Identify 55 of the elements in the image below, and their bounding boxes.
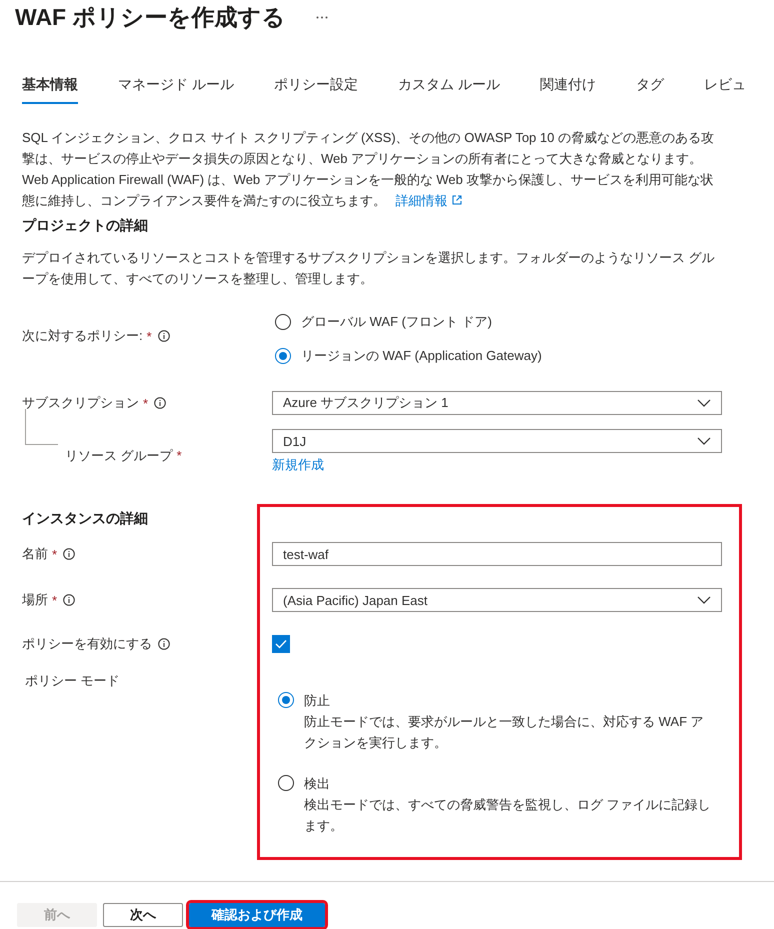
section-heading: プロジェクトの詳細 xyxy=(22,217,149,235)
field-label: 次に対するポリシー: xyxy=(22,327,143,345)
info-icon[interactable] xyxy=(63,594,76,606)
resource-group-dropdown[interactable]: D1J xyxy=(272,429,722,453)
name-input[interactable]: test-waf xyxy=(272,542,722,566)
info-icon[interactable] xyxy=(63,548,76,560)
radio-button[interactable] xyxy=(275,314,291,330)
checkmark-icon xyxy=(275,639,287,649)
tab[interactable]: 関連付け xyxy=(540,74,596,104)
field-label: 名前 xyxy=(22,545,48,563)
required-mark: * xyxy=(146,328,152,344)
radio-button[interactable] xyxy=(275,348,291,364)
tab[interactable]: タグ xyxy=(636,74,664,104)
required-mark: * xyxy=(143,396,148,410)
create-new-link[interactable]: 新規作成 xyxy=(272,456,324,474)
location-dropdown[interactable]: (Asia Pacific) Japan East xyxy=(272,588,722,612)
info-icon[interactable] xyxy=(154,397,166,409)
chevron-down-icon xyxy=(697,437,711,445)
checkbox[interactable] xyxy=(272,635,290,653)
connector-line xyxy=(25,409,58,445)
tab[interactable]: ポリシー設定 xyxy=(274,74,358,104)
radio-label: グローバル WAF (フロント ドア) xyxy=(301,313,492,331)
tab[interactable]: 基本情報 xyxy=(22,74,78,104)
radio-label: 検出 xyxy=(304,775,331,793)
tab[interactable]: カスタム ルール xyxy=(398,74,500,104)
page-title: WAF ポリシーを作成する xyxy=(15,2,286,32)
required-mark: * xyxy=(176,448,182,463)
info-icon[interactable] xyxy=(158,330,170,342)
description-text: SQL インジェクション、クロス サイト スクリプティング (XSS)、その他の OWASP Top 10 の脅威などの悪意のある攻撃は、サービスの停止やデータ損失の原因となり、Web アプリケーションの所有者にとって大きな脅威となります。Web Application Firewall (WAF) は、Web アプリケーションを一般的な Web 攻撃から保護し、サービスを利用可能な状態に維持し、コンプライアンス要件を満たすのに役立ちます。 詳細情報 xyxy=(22,129,715,210)
required-mark: * xyxy=(52,592,58,608)
radio-label: 防止 xyxy=(304,692,331,710)
info-icon[interactable] xyxy=(158,638,170,650)
more-icon[interactable] xyxy=(316,16,328,18)
tab[interactable]: レビュ xyxy=(704,74,746,104)
radio-button[interactable] xyxy=(278,775,294,791)
field-label: サブスクリプション xyxy=(22,394,139,412)
chevron-down-icon xyxy=(697,596,711,604)
learn-more-link[interactable]: 詳細情報 xyxy=(396,193,462,208)
option-description: 検出モードでは、すべての脅威警告を監視し、ログ ファイルに記録します。 xyxy=(304,796,712,835)
required-mark: * xyxy=(52,546,58,562)
review-create-button[interactable]: 確認および作成 xyxy=(189,903,325,927)
field-label: リソース グループ xyxy=(65,446,173,464)
tab[interactable]: マネージド ルール xyxy=(118,74,234,104)
section-heading: インスタンスの詳細 xyxy=(22,510,149,528)
radio-label: リージョンの WAF (Application Gateway) xyxy=(301,347,542,365)
field-label: ポリシーを有効にする xyxy=(22,635,152,653)
next-button[interactable]: 次へ xyxy=(103,903,183,927)
chevron-down-icon xyxy=(697,399,711,407)
radio-button[interactable] xyxy=(278,692,294,708)
external-link-icon xyxy=(452,195,462,205)
option-description: 防止モードでは、要求がルールと一致した場合に、対応する WAF アクションを実行します。 xyxy=(304,713,705,752)
field-label: ポリシー モード xyxy=(25,672,120,690)
section-description: デプロイされているリソースとコストを管理するサブスクリプションを選択します。フォルダーのようなリソース グループを使用して、すべてのリソースを整理し、管理します。 xyxy=(22,249,716,288)
field-label: 場所 xyxy=(22,591,48,609)
subscription-dropdown[interactable]: Azure サブスクリプション 1 xyxy=(272,391,722,415)
